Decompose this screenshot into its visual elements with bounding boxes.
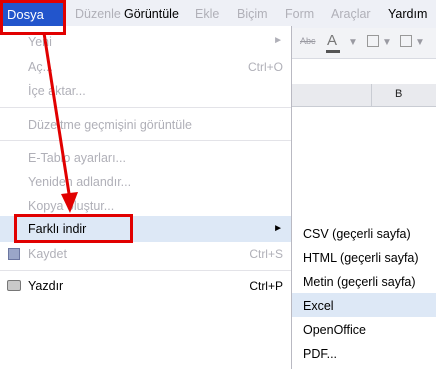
annotation-arrow [42, 32, 78, 213]
